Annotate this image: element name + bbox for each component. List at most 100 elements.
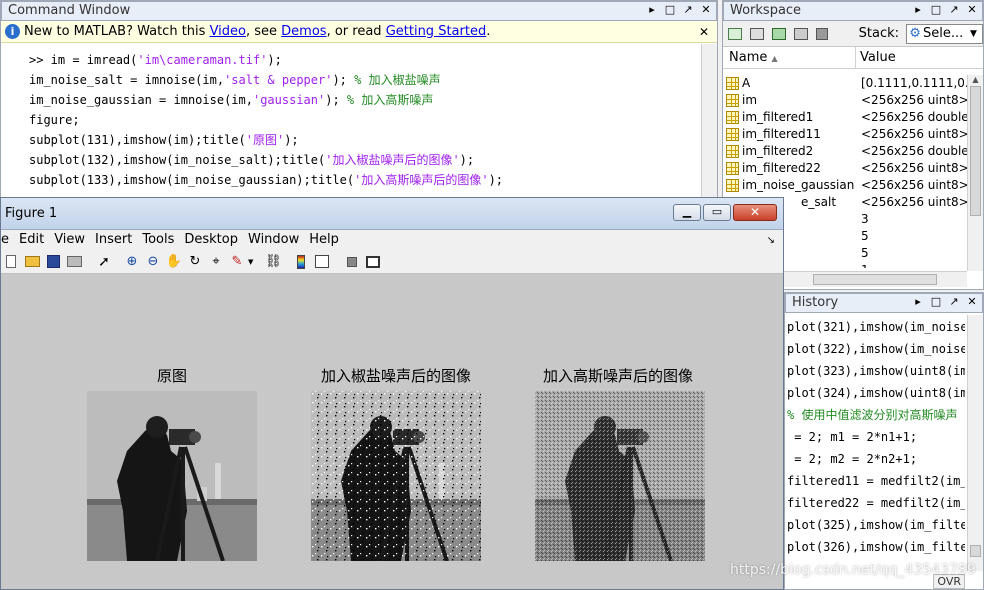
workspace-hscroll[interactable] [783, 271, 967, 287]
menu-help[interactable]: Help [304, 231, 344, 249]
workspace-vscroll[interactable]: ▲ [967, 75, 983, 271]
pan-icon[interactable]: ✋ [164, 252, 184, 272]
show-plot-tools-icon[interactable] [363, 252, 383, 272]
history-item[interactable]: filtered11 = medfilt2(im_n [787, 470, 965, 492]
undock-icon[interactable]: ↗ [948, 295, 960, 309]
history-item[interactable]: = 2; m1 = 2*n1+1; [787, 426, 965, 448]
workspace-row[interactable]: im_filtered1 <256x256 double> [724, 109, 967, 126]
code-line: im_noise_gaussian = imnoise(im,'gaussian… [29, 93, 434, 107]
figure-menubar: e Edit View Insert Tools Desktop Window … [1, 230, 783, 250]
print-icon[interactable] [791, 24, 810, 44]
menu-desktop[interactable]: Desktop [179, 231, 243, 249]
print-icon[interactable] [64, 252, 84, 272]
history-item[interactable]: filtered22 = medfilt2(im_n [787, 492, 965, 514]
menu-tools[interactable]: Tools [137, 231, 179, 249]
more-icon[interactable]: ▸ [912, 3, 924, 17]
close-button[interactable]: ✕ [733, 204, 777, 221]
more-icon[interactable]: ▸ [646, 3, 658, 17]
history-item[interactable]: plot(322),imshow(im_noise_ [787, 338, 965, 360]
history-item[interactable]: plot(323),imshow(uint8(im_ [787, 360, 965, 382]
scroll-thumb[interactable] [970, 86, 981, 216]
history-item[interactable]: plot(321),imshow(im_noise_ [787, 316, 965, 338]
undock-icon[interactable]: ↗ [948, 3, 960, 17]
close-icon[interactable]: ✕ [966, 295, 978, 309]
workspace-row[interactable]: im_filtered2 <256x256 double> [724, 143, 967, 160]
menu-file[interactable]: e [1, 231, 14, 249]
dock-arrow-icon[interactable]: ↘ [767, 235, 775, 246]
open-file-icon[interactable] [22, 252, 42, 272]
save-workspace-icon[interactable] [769, 24, 788, 44]
matrix-icon [726, 128, 739, 141]
banner-close-icon[interactable]: ✕ [699, 21, 709, 43]
maximize-icon[interactable]: □ [930, 3, 942, 17]
brush-icon[interactable]: ✎ [227, 252, 247, 272]
chevron-down-icon: ▼ [969, 28, 977, 39]
history-item[interactable]: plot(324),imshow(uint8(im_ [787, 382, 965, 404]
workspace-row[interactable]: im_noise_gaussian <256x256 uint8> [724, 177, 967, 194]
close-icon[interactable]: ✕ [700, 3, 712, 17]
maximize-icon[interactable]: □ [664, 3, 676, 17]
code-line: >> im = imread('im\cameraman.tif'); [29, 53, 282, 67]
matrix-icon [726, 111, 739, 124]
close-icon[interactable]: ✕ [966, 3, 978, 17]
undock-icon[interactable]: ↗ [682, 3, 694, 17]
hide-plot-tools-icon[interactable] [342, 252, 362, 272]
scroll-up-icon[interactable]: ▲ [968, 75, 983, 84]
more-icon[interactable]: ▸ [912, 295, 924, 309]
history-item[interactable]: plot(325),imshow(im_filter [787, 514, 965, 536]
workspace-row[interactable]: im <256x256 uint8> [724, 92, 967, 109]
history-panel: History ▸ □ ↗ ✕ plot(321),imshow(im_nois… [784, 292, 984, 590]
command-scrollbar[interactable] [701, 44, 717, 199]
legend-icon[interactable] [312, 252, 332, 272]
workspace-row[interactable]: A[0.1111,0.1111,0.11 [724, 75, 967, 92]
menu-window[interactable]: Window [243, 231, 304, 249]
history-scroll-thumb[interactable] [970, 545, 981, 557]
name-column-header[interactable]: Name ▲ [723, 47, 856, 68]
cameraman-saltpepper-image [311, 391, 481, 561]
stack-dropdown[interactable]: ⚙ Sele... ▼ [906, 23, 983, 44]
pointer-icon[interactable]: ➚ [94, 252, 114, 272]
history-item[interactable]: plot(326),imshow(im_filter [787, 536, 965, 558]
delete-icon[interactable] [813, 24, 832, 44]
hscroll-thumb[interactable] [813, 274, 937, 285]
zoom-out-icon[interactable]: ⊖ [143, 252, 163, 272]
link-plot-icon[interactable]: ⛓ [263, 252, 283, 272]
save-icon[interactable] [43, 252, 63, 272]
history-scrollbar[interactable] [967, 315, 983, 571]
colorbar-icon[interactable] [291, 252, 311, 272]
demos-link[interactable]: Demos [281, 24, 326, 39]
menu-insert[interactable]: Insert [90, 231, 137, 249]
data-cursor-icon[interactable]: ⌖ [206, 252, 226, 272]
import-data-icon[interactable] [748, 24, 767, 44]
history-item[interactable]: = 2; m2 = 2*n2+1; [787, 448, 965, 470]
matrix-icon [726, 77, 739, 90]
command-output[interactable]: >> im = imread('im\cameraman.tif'); im_n… [29, 50, 697, 190]
code-line: im_noise_salt = imnoise(im,'salt & peppe… [29, 73, 441, 87]
maximize-icon[interactable]: □ [930, 295, 942, 309]
chevron-down-icon[interactable]: ▼ [248, 258, 253, 266]
new-figure-icon[interactable] [1, 252, 21, 272]
command-window-title: Command Window [8, 3, 131, 18]
code-line: figure; [29, 113, 80, 127]
zoom-in-icon[interactable]: ⊕ [122, 252, 142, 272]
value-column-header[interactable]: Value [856, 47, 983, 68]
restore-button[interactable]: ▭ [703, 204, 731, 221]
rotate-3d-icon[interactable]: ↻ [185, 252, 205, 272]
history-item[interactable]: % 使用中值滤波分别对高斯噪声 [787, 404, 965, 426]
command-window: Command Window ▸ □ ↗ ✕ i New to MATLAB? … [0, 0, 718, 200]
getting-started-link[interactable]: Getting Started [386, 24, 487, 39]
minimize-button[interactable]: ▁ [673, 204, 701, 221]
menu-view[interactable]: View [49, 231, 90, 249]
workspace-row[interactable]: im_filtered11 <256x256 uint8> [724, 126, 967, 143]
code-line: subplot(133),imshow(im_noise_gaussian);t… [29, 173, 504, 187]
video-link[interactable]: Video [210, 24, 246, 39]
image-original [87, 391, 257, 561]
workspace-row[interactable]: im_filtered22 <256x256 uint8> [724, 160, 967, 177]
watermark: https://blog.csdn.net/qq_43543789 [730, 562, 976, 578]
figure-canvas: 原图 加入椒盐噪声后的图像 加入高斯噪声后的图像 [1, 275, 783, 589]
menu-edit[interactable]: Edit [14, 231, 49, 249]
workspace-toolbar: Stack: ⚙ Sele... ▼ [723, 21, 983, 47]
workspace-header: Name ▲ Value [723, 47, 983, 69]
workspace-title: Workspace [730, 3, 802, 18]
new-variable-icon[interactable] [726, 24, 745, 44]
